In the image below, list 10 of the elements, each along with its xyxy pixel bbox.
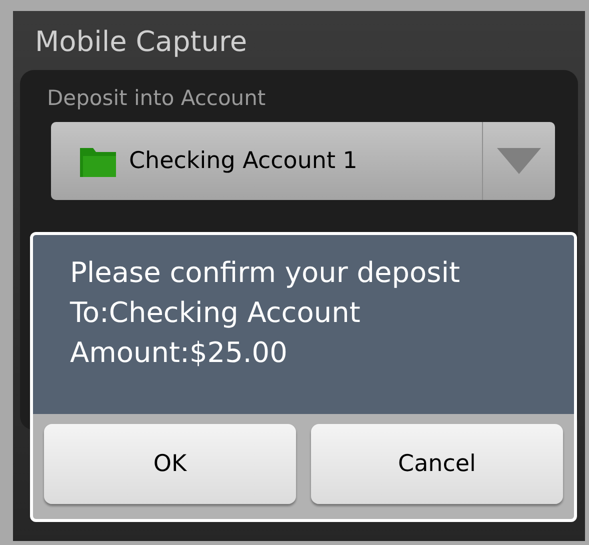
field-label: Deposit into Account [46,85,267,112]
dialog-message-line: Amount:$25.00 [70,335,288,371]
dialog-message-line: To:Checking Account [70,295,360,331]
dialog-button[interactable]: Cancel [311,424,563,504]
dialog-button[interactable]: OK [44,424,296,504]
spinner-value: Checking Account 1 [129,146,358,176]
dropdown-arrow-icon [496,147,542,175]
account-spinner[interactable]: Checking Account 1 [51,122,555,200]
dialog-message-line: Please confirm your deposit [70,255,460,291]
screen-title: Mobile Capture [34,25,248,60]
